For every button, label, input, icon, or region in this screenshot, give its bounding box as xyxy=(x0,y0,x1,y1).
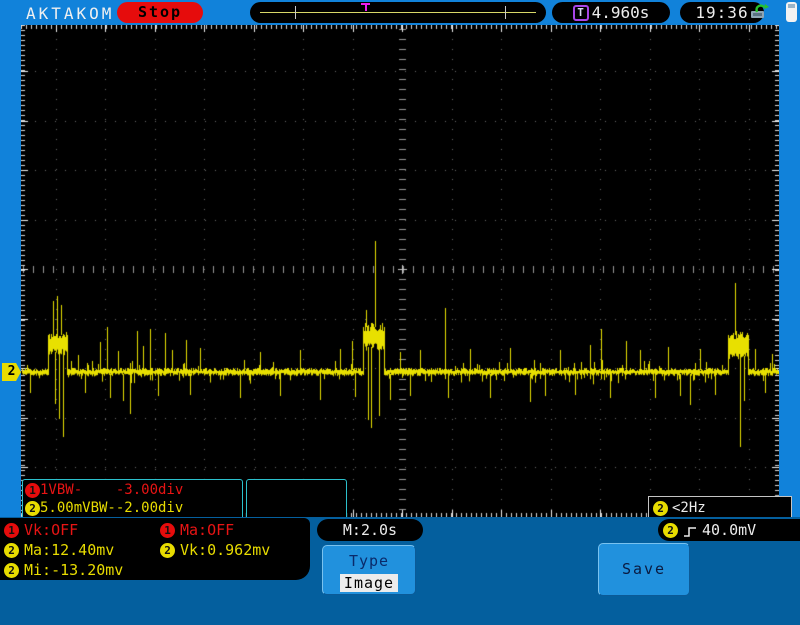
memory-overview-bar xyxy=(250,2,546,23)
usb-device-icon xyxy=(749,3,770,22)
trigger-time-display: T 4.960s xyxy=(552,2,670,23)
type-label: Type xyxy=(348,552,390,570)
channel-status-box: 1 1VBW- -3.00div 2 5.00mVBW--2.00div xyxy=(22,479,243,522)
channel2-badge: 2 xyxy=(663,522,678,538)
channel1-badge: 1 xyxy=(25,482,40,498)
measurement-value: Mi:-13.20mv xyxy=(24,561,124,579)
trigger-position-marker[interactable] xyxy=(361,3,370,11)
trigger-level-value: 40.0mV xyxy=(702,521,757,539)
channel2-badge: 2 xyxy=(160,542,175,558)
memory-line xyxy=(260,12,536,13)
channel2-status: 5.00mVBW--2.00div xyxy=(40,500,184,516)
channel2-badge: 2 xyxy=(4,542,19,558)
channel2-badge: 2 xyxy=(653,500,668,516)
frequency-value: <2Hz xyxy=(672,500,706,516)
type-value: Image xyxy=(339,574,399,592)
acquisition-info-box: (250S/s) Depth:10K xyxy=(246,479,347,587)
top-status-bar: AKTAKOM Stop T 4.960s 19:36 xyxy=(0,0,800,25)
waveform-display xyxy=(21,25,779,517)
channel1-status: 1VBW- -3.00div xyxy=(40,482,184,498)
rising-edge-icon xyxy=(683,524,697,537)
trigger-t-icon: T xyxy=(572,4,589,21)
trigger-time-value: 4.960s xyxy=(591,3,650,22)
channel2-badge: 2 xyxy=(25,500,40,516)
channel2-ground-marker[interactable]: 2 xyxy=(2,363,21,381)
channel1-badge: 1 xyxy=(160,522,175,538)
scope-frame: AKTAKOM Stop T 4.960s 19:36 2 1 1VBW- -3… xyxy=(0,0,800,587)
waveform-canvas xyxy=(21,25,779,517)
trigger-level-display: 2 40.0mV xyxy=(658,519,800,541)
measurement-value: Vk:OFF xyxy=(24,521,79,539)
window-start-bracket xyxy=(295,6,296,19)
measurement-value: Ma:OFF xyxy=(180,521,235,539)
timebase-display: M:2.0s xyxy=(317,519,423,541)
type-softkey-button[interactable]: Type Image xyxy=(322,545,416,595)
measurements-panel: 1 Vk:OFF 1 Ma:OFF 2 Ma:12.40mv 2 Vk:0.962mv … xyxy=(0,518,310,580)
brand-logo: AKTAKOM xyxy=(26,4,115,23)
save-button[interactable]: Save xyxy=(598,543,690,596)
run-stop-indicator[interactable]: Stop xyxy=(117,2,203,23)
usb-stick-icon xyxy=(786,2,797,22)
channel1-badge: 1 xyxy=(4,522,19,538)
channel2-badge: 2 xyxy=(4,562,19,578)
measurement-value: Ma:12.40mv xyxy=(24,541,115,559)
window-end-bracket xyxy=(505,6,506,19)
measurement-value: Vk:0.962mv xyxy=(180,541,271,559)
bottom-panel: 1 Vk:OFF 1 Ma:OFF 2 Ma:12.40mv 2 Vk:0.962mv … xyxy=(0,517,800,600)
